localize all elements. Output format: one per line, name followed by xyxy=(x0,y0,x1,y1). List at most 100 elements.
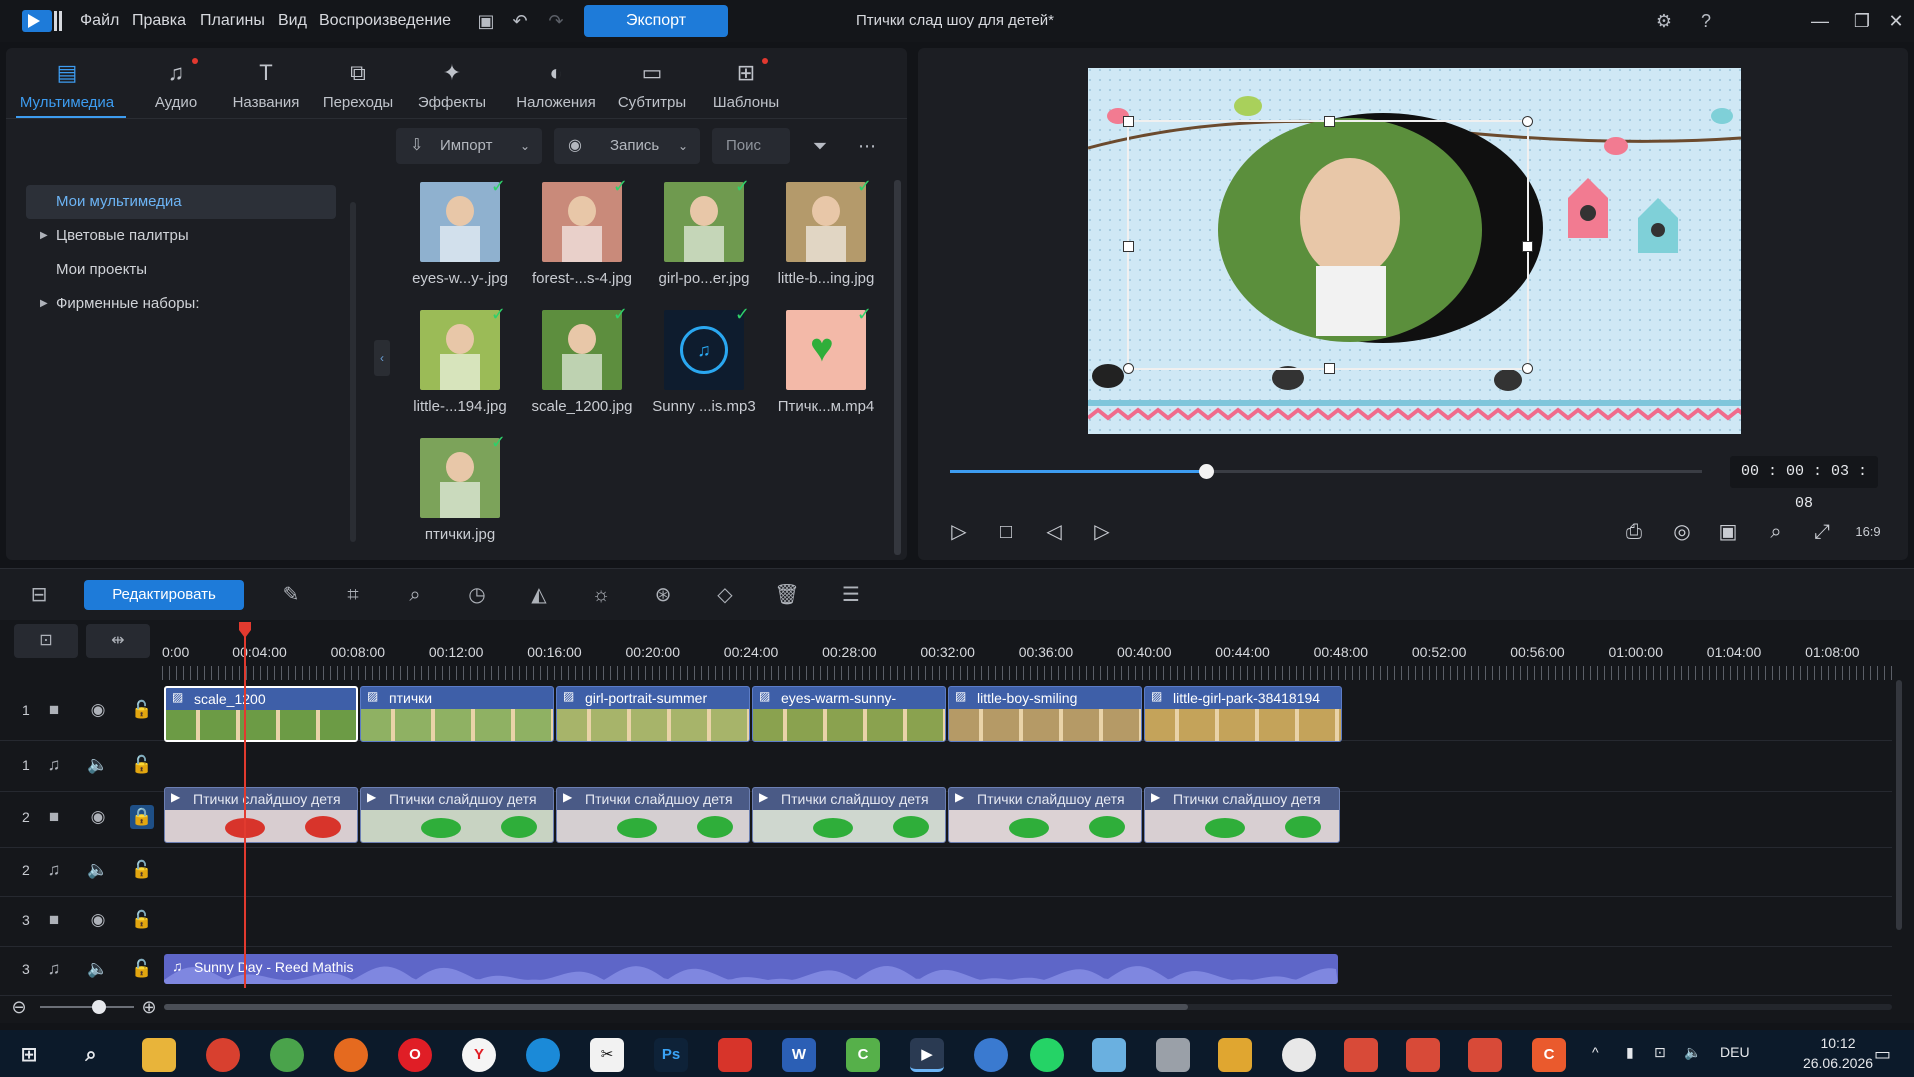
selection-box[interactable] xyxy=(1123,116,1533,374)
mute-speaker-icon[interactable]: 🔈 xyxy=(86,957,110,981)
expand-arrow-icon[interactable]: ▶ xyxy=(40,219,48,253)
edge-icon[interactable] xyxy=(526,1038,560,1072)
aspect-ratio-icon[interactable]: 16:9 xyxy=(1854,518,1882,546)
video-clip[interactable]: ▨ eyes-warm-sunny- xyxy=(752,686,946,742)
previous-frame-icon[interactable]: ◁ xyxy=(1040,518,1068,546)
audio-clip[interactable]: ♫ Sunny Day - Reed Mathis xyxy=(164,954,1338,984)
lock-icon[interactable]: 🔓 xyxy=(130,908,154,932)
video-clip[interactable]: ▨ птички xyxy=(360,686,554,742)
timeline-vertical-scrollbar[interactable] xyxy=(1896,680,1902,930)
resize-handle[interactable] xyxy=(1123,241,1134,252)
resize-handle[interactable] xyxy=(1123,116,1134,127)
photoshop-icon[interactable]: Ps xyxy=(654,1038,688,1072)
zoom-out-icon[interactable]: ⊖ xyxy=(10,998,28,1016)
language-indicator[interactable]: DEU xyxy=(1720,1044,1750,1060)
clock[interactable]: 10:12 26.06.2026 xyxy=(1790,1033,1886,1073)
video-clip[interactable]: ▨ little-boy-smiling xyxy=(948,686,1142,742)
media-thumbnail[interactable]: ✓ little-...194.jpg xyxy=(400,304,520,426)
zoom-in-icon[interactable]: ⊕ xyxy=(140,998,158,1016)
pdf-app3-icon[interactable] xyxy=(1468,1038,1502,1072)
media-thumbnail[interactable]: ♫ ✓ Sunny ...is.mp3 xyxy=(644,304,764,426)
tab-subtitles[interactable]: ▭ Субтитры xyxy=(608,56,696,118)
menu-playback[interactable]: Воспроизведение xyxy=(319,12,451,30)
brightness-icon[interactable]: ☼ xyxy=(586,580,616,610)
search-input[interactable]: Поис xyxy=(712,128,790,164)
snapshot-camera-icon[interactable]: ⎙ xyxy=(1620,518,1648,546)
keyframe-icon[interactable]: ◇ xyxy=(710,580,740,610)
fullscreen-icon[interactable]: ⤢ xyxy=(1808,518,1836,546)
preview-quality-icon[interactable]: ◎ xyxy=(1668,518,1696,546)
menu-plugins[interactable]: Плагины xyxy=(200,12,265,30)
word-icon[interactable]: W xyxy=(782,1038,816,1072)
visibility-eye-icon[interactable]: ◉ xyxy=(86,908,110,932)
minimize-icon[interactable]: — xyxy=(1806,8,1834,34)
playhead[interactable] xyxy=(244,628,246,988)
tab-templates[interactable]: ⊞ Шаблоны xyxy=(702,56,790,118)
network-icon[interactable]: ⊡ xyxy=(1654,1044,1666,1061)
tree-item-my-media[interactable]: Мои мультимедиа xyxy=(26,185,336,219)
visibility-eye-icon[interactable]: ◉ xyxy=(86,805,110,829)
filter-icon[interactable]: ⏷ xyxy=(808,134,832,158)
close-icon[interactable]: ✕ xyxy=(1882,8,1910,34)
windows-start-icon[interactable]: ⊞ xyxy=(12,1038,46,1072)
crop-icon[interactable]: ⌗ xyxy=(338,580,368,610)
zoom-slider-knob[interactable] xyxy=(92,1000,106,1014)
playhead-marker-icon[interactable] xyxy=(237,622,253,638)
save-icon[interactable]: ▣ xyxy=(474,9,498,33)
volume-icon[interactable]: 🔈 xyxy=(1684,1044,1701,1061)
undo-icon[interactable]: ↶ xyxy=(508,9,532,33)
whatsapp-icon[interactable] xyxy=(1030,1038,1064,1072)
resize-handle[interactable] xyxy=(1522,241,1533,252)
edit-button[interactable]: Редактировать xyxy=(84,580,244,610)
menu-file[interactable]: Файл xyxy=(80,12,119,30)
overlay-video-clip[interactable]: ▶ Птички слайдшоу детя xyxy=(164,787,358,843)
file-explorer-icon[interactable] xyxy=(142,1038,176,1072)
overlay-video-clip[interactable]: ▶ Птички слайдшоу детя xyxy=(556,787,750,843)
media-thumbnail[interactable]: ♥ ✓ Птичк...м.mp4 xyxy=(766,304,886,426)
overlay-video-clip[interactable]: ▶ Птички слайдшоу детя xyxy=(948,787,1142,843)
speed-icon[interactable]: ◷ xyxy=(462,580,492,610)
settings-gear-icon[interactable]: ⚙ xyxy=(1652,9,1676,33)
fit-timeline-icon[interactable]: ⇹ xyxy=(86,624,150,658)
tree-item-my-projects[interactable]: Мои проекты xyxy=(26,253,336,287)
chrome-icon[interactable] xyxy=(206,1038,240,1072)
overlay-video-clip[interactable]: ▶ Птички слайдшоу детя xyxy=(360,787,554,843)
overlay-video-clip[interactable]: ▶ Птички слайдшоу детя xyxy=(1144,787,1340,843)
redo-icon[interactable]: ↷ xyxy=(544,9,568,33)
pen-edit-icon[interactable]: ✎ xyxy=(276,580,306,610)
visibility-eye-icon[interactable]: ◉ xyxy=(86,698,110,722)
more-options-icon[interactable]: ⋯ xyxy=(855,134,879,158)
resize-handle[interactable] xyxy=(1522,116,1533,127)
app-red-icon[interactable] xyxy=(718,1038,752,1072)
tools-list-icon[interactable]: ☰ xyxy=(836,580,866,610)
media-thumbnail[interactable]: ✓ little-b...ing.jpg xyxy=(766,176,886,298)
opera-icon[interactable]: O xyxy=(398,1038,432,1072)
help-icon[interactable]: ? xyxy=(1694,9,1718,33)
media-thumbnail[interactable]: ✓ scale_1200.jpg xyxy=(522,304,642,426)
notifications-icon[interactable]: ▭ xyxy=(1874,1044,1891,1065)
video-clip[interactable]: ▨ little-girl-park-38418194 xyxy=(1144,686,1342,742)
mute-speaker-icon[interactable]: 🔈 xyxy=(86,858,110,882)
import-dropdown[interactable]: ⇩ Импорт ⌄ xyxy=(396,128,542,164)
mute-speaker-icon[interactable]: 🔈 xyxy=(86,753,110,777)
tab-effects[interactable]: ✦ Эффекты xyxy=(408,56,496,118)
firefox-icon[interactable] xyxy=(334,1038,368,1072)
app-blue-icon[interactable] xyxy=(974,1038,1008,1072)
media-thumbnail[interactable]: ✓ girl-po...er.jpg xyxy=(644,176,764,298)
zoom-slider[interactable] xyxy=(40,1006,134,1008)
tree-scrollbar[interactable] xyxy=(350,202,356,542)
display-mode-icon[interactable]: ▣ xyxy=(1714,518,1742,546)
media-scrollbar[interactable] xyxy=(894,180,901,555)
color-blend-icon[interactable]: ⊛ xyxy=(648,580,678,610)
stop-icon[interactable]: □ xyxy=(992,518,1020,546)
next-frame-icon[interactable]: ▷ xyxy=(1088,518,1116,546)
app-gray-icon[interactable] xyxy=(1156,1038,1190,1072)
tab-transitions[interactable]: ⧉ Переходы xyxy=(314,56,402,118)
capcut-icon[interactable]: ✂ xyxy=(590,1038,624,1072)
lock-icon[interactable]: 🔓 xyxy=(130,698,154,722)
lock-icon[interactable]: 🔒 xyxy=(130,805,154,829)
media-thumbnail[interactable]: ✓ forest-...s-4.jpg xyxy=(522,176,642,298)
yandex-browser-icon[interactable]: Y xyxy=(462,1038,496,1072)
collapse-panel-button[interactable]: ‹ xyxy=(374,340,390,376)
expand-arrow-icon[interactable]: ▶ xyxy=(40,287,48,321)
